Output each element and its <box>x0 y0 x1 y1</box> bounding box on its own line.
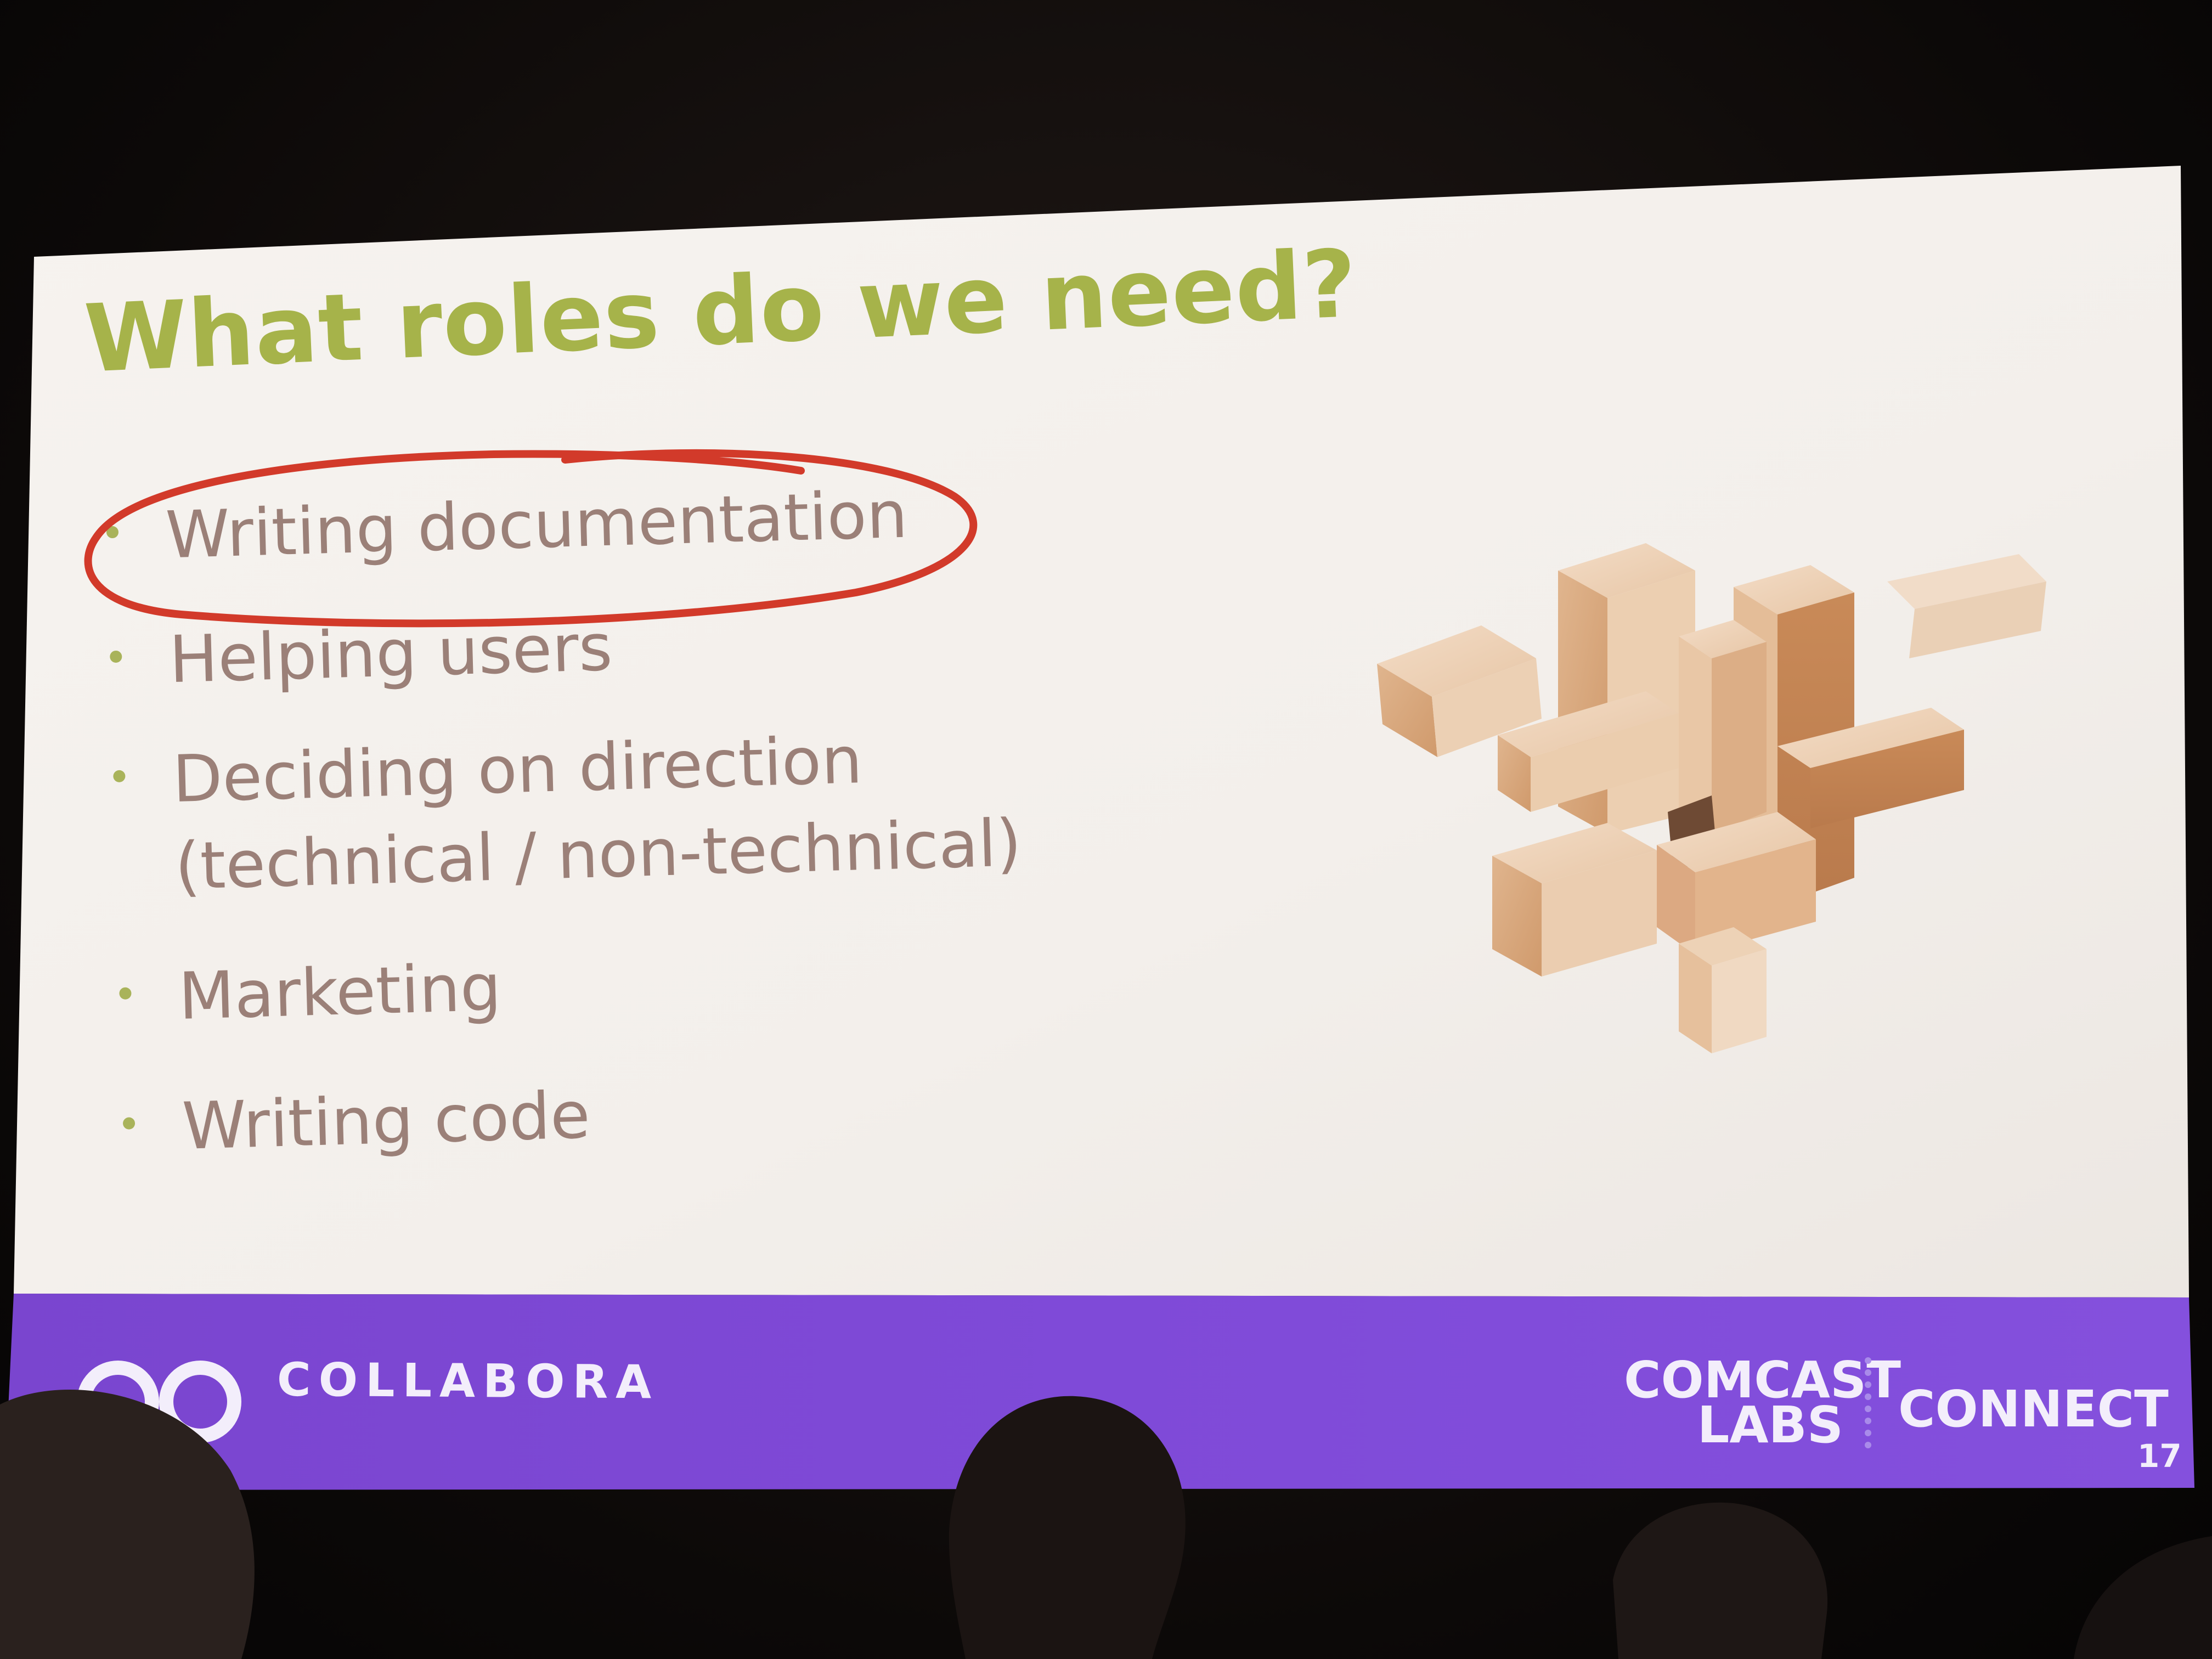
bullet-list: Writing documentation Helping users Deci… <box>93 468 1030 1172</box>
collabora-logo-icon <box>77 1361 241 1443</box>
connect-logo-text: CONNECT <box>1898 1380 2169 1438</box>
slide-title: What roles do we need? <box>82 229 1359 394</box>
bullet-item: Writing documentation <box>93 468 1013 581</box>
bullet-dot-icon <box>119 987 132 1000</box>
bullet-dot-icon <box>110 650 122 663</box>
bullet-text: Helping users <box>168 610 613 698</box>
bullet-dot-icon <box>106 526 119 539</box>
bullet-text: Deciding on direction <box>171 721 864 817</box>
bullet-item: Writing code <box>110 1059 1030 1172</box>
wooden-puzzle-image <box>1377 543 2046 1053</box>
collabora-logo-text: COLLABORA <box>276 1352 659 1409</box>
bullet-text-continuation: (technical / non-technical) <box>174 804 1023 904</box>
comcast-labs-logo: COMCAST LABS <box>1624 1355 1901 1454</box>
bullet-text: Writing code <box>181 1077 591 1165</box>
slide-content: What roles do we need? Writing documenta… <box>0 0 2212 1659</box>
bullet-dot-icon <box>122 1117 136 1130</box>
bullet-item: Deciding on direction (technical / non-t… <box>100 712 1023 912</box>
bullet-text: Writing documentation <box>165 476 909 573</box>
bullet-dot-icon <box>113 770 126 782</box>
bullet-item: Helping users <box>97 592 1017 706</box>
bullet-text: Marketing <box>177 949 503 1035</box>
labs-logo-text: LABS <box>1697 1396 1843 1454</box>
bullet-item: Marketing <box>106 929 1026 1042</box>
page-number: 17 <box>2137 1437 2182 1475</box>
logo-divider-dots-icon <box>1865 1357 1871 1448</box>
